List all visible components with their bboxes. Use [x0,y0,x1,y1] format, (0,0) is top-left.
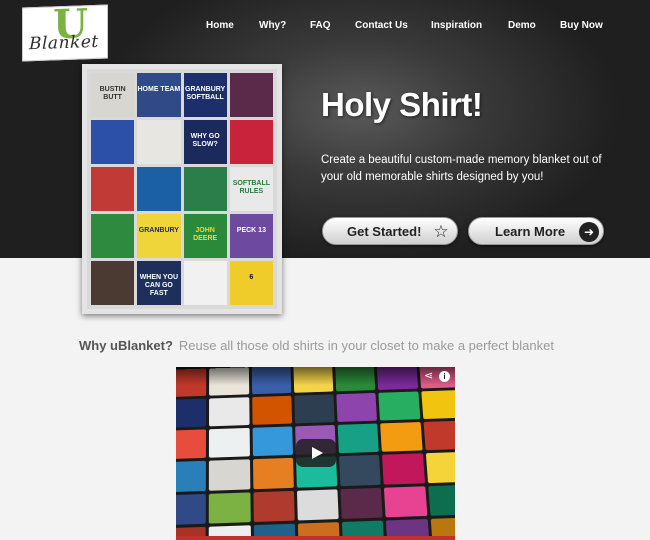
quilt-patch-text: HOME TEAM [137,86,181,94]
video-patch [296,488,339,521]
video-patch [209,492,251,524]
quilt-patch: 6 [229,261,273,305]
quilt-patch [91,120,135,164]
hero-headline: Holy Shirt! [321,86,483,123]
quilt-patch [91,214,135,258]
quilt-patch: HOME TEAM [137,73,181,117]
video-patch [339,455,382,486]
quilt-patch-text: JOHN DEERE [193,227,218,242]
quilt-patch [91,167,135,211]
video-patch [176,398,207,429]
video-patch [423,420,455,451]
quilt-patch: GRANBURY SOFTBALL [183,73,227,117]
quilt-patch [229,73,273,117]
info-icon[interactable]: i [439,371,450,382]
get-started-button[interactable]: Get Started! ☆ [322,217,458,245]
quilt-patch: SOFTBALL RULES [229,167,273,211]
video-player[interactable]: ⋖ i [176,367,455,540]
quilt-patch: WHY GO SLOW? [183,120,227,164]
quilt-image: BUSTIN BUTT HOME TEAM GRANBURY SOFTBALL WHY… [82,64,282,314]
quilt-patch [183,167,227,211]
nav-why[interactable]: Why? [259,20,286,31]
video-patch [421,390,455,420]
nav-contact-us[interactable]: Contact Us [355,20,408,31]
quilt-patch: BUSTIN BUTT [91,73,135,117]
quilt-patch-text: 6 [249,274,254,282]
quilt-patch-text: WHY GO SLOW? [190,133,220,148]
video-patch [176,429,207,460]
video-patch [252,490,295,522]
quilt-patch-text: SOFTBALL RULES [232,180,271,195]
quilt-patch-text: PECK 13 [236,227,266,235]
video-topbar [176,367,455,385]
share-icon[interactable]: ⋖ [424,369,433,382]
video-patch [251,395,292,426]
video-patch [378,391,421,421]
nav-buy-now[interactable]: Buy Now [560,20,603,31]
video-patch [209,428,250,459]
video-patch [337,423,380,454]
hero-subtext: Create a beautiful custom-made memory bl… [321,154,602,183]
star-icon: ☆ [433,222,449,241]
video-patch [252,458,294,489]
quilt-patch [137,120,181,164]
quilt-patch: GRANBURY [137,214,181,258]
get-started-label: Get Started! [347,224,422,239]
nav-inspiration[interactable]: Inspiration [431,20,482,31]
quilt-patch-text: WHEN YOU CAN GO FAST [139,274,179,297]
quilt-patch [91,261,135,305]
video-patch [209,397,250,427]
video-patch [176,461,207,492]
video-patch [252,426,293,457]
video-patch [380,422,423,453]
quilt-patch: JOHN DEERE [183,214,227,258]
arrow-right-icon: ➜ [579,222,599,242]
quilt-patch-text: GRANBURY SOFTBALL [185,86,226,101]
why-text: Reuse all those old shirts in your close… [178,338,554,353]
nav-demo[interactable]: Demo [508,20,536,31]
learn-more-button[interactable]: Learn More ➜ [468,217,604,245]
nav-faq[interactable]: FAQ [310,20,331,31]
nav-home[interactable]: Home [206,20,234,31]
video-patch [384,485,428,518]
quilt-patch: WHEN YOU CAN GO FAST [137,261,181,305]
why-label: Why uBlanket? [79,338,173,353]
why-section: Why uBlanket? Reuse all those old shirts … [79,338,554,353]
video-patch [176,493,207,525]
main-nav: Home Why? FAQ Contact Us Inspiration Dem… [0,20,650,36]
video-patch [425,452,455,483]
learn-more-label: Learn More [495,224,566,239]
quilt-patch [183,261,227,305]
quilt-patch: PECK 13 [229,214,273,258]
video-patch [427,484,455,516]
video-patch [340,487,383,519]
video-patch [336,393,378,423]
quilt-patch [229,120,273,164]
video-patch [294,394,335,424]
video-patch [209,459,250,491]
video-patch [382,453,425,485]
quilt-patch-text: GRANBURY [138,227,179,235]
play-button[interactable] [296,439,336,467]
quilt-patch [137,167,181,211]
video-progress-bar[interactable] [176,536,455,540]
quilt-patch-text: BUSTIN BUTT [99,86,126,101]
